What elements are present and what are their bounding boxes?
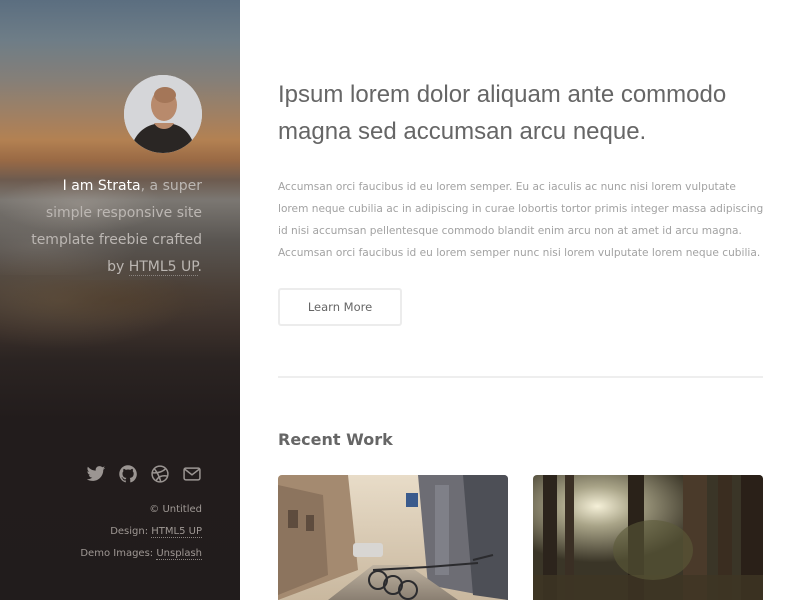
- avatar-photo: [124, 75, 202, 153]
- intro-text: I am Strata, a super simple responsive s…: [20, 173, 202, 281]
- avatar[interactable]: [124, 75, 202, 153]
- section-divider: [278, 376, 763, 378]
- intro-paragraph: Accumsan orci faucibus id eu lorem sempe…: [278, 181, 764, 259]
- footer-credits: © Untitled Design: HTML5 UP Demo Images:…: [12, 499, 202, 565]
- unsplash-link[interactable]: Unsplash: [156, 548, 202, 560]
- recent-work-thumbnail-forest[interactable]: [533, 475, 763, 600]
- design-label: Design:: [110, 526, 152, 537]
- recent-work-heading: Recent Work: [278, 430, 393, 449]
- dribbble-icon[interactable]: [150, 464, 170, 484]
- images-credit: Demo Images: Unsplash: [12, 543, 202, 565]
- sidebar-background-trees: [0, 280, 240, 350]
- github-icon[interactable]: [118, 464, 138, 484]
- envelope-icon[interactable]: [182, 464, 202, 484]
- intro-end: .: [197, 259, 202, 275]
- images-label: Demo Images:: [80, 548, 157, 559]
- recent-work-thumbnail-street[interactable]: [278, 475, 508, 600]
- main-content: Ipsum lorem dolor aliquam ante commodo m…: [240, 0, 800, 600]
- design-link[interactable]: HTML5 UP: [151, 526, 202, 538]
- sidebar: I am Strata, a super simple responsive s…: [0, 0, 240, 600]
- forest-photo: [533, 475, 763, 600]
- copyright-text: © Untitled: [149, 504, 202, 515]
- twitter-icon[interactable]: [86, 464, 106, 484]
- learn-more-button[interactable]: Learn More: [278, 288, 402, 326]
- social-icons: [86, 464, 202, 484]
- page-headline: Ipsum lorem dolor aliquam ante commodo m…: [278, 81, 727, 145]
- intro-name: I am Strata: [62, 178, 141, 194]
- html5up-link[interactable]: HTML5 UP: [128, 259, 198, 276]
- street-photo: [278, 475, 508, 600]
- design-credit: Design: HTML5 UP: [12, 521, 202, 543]
